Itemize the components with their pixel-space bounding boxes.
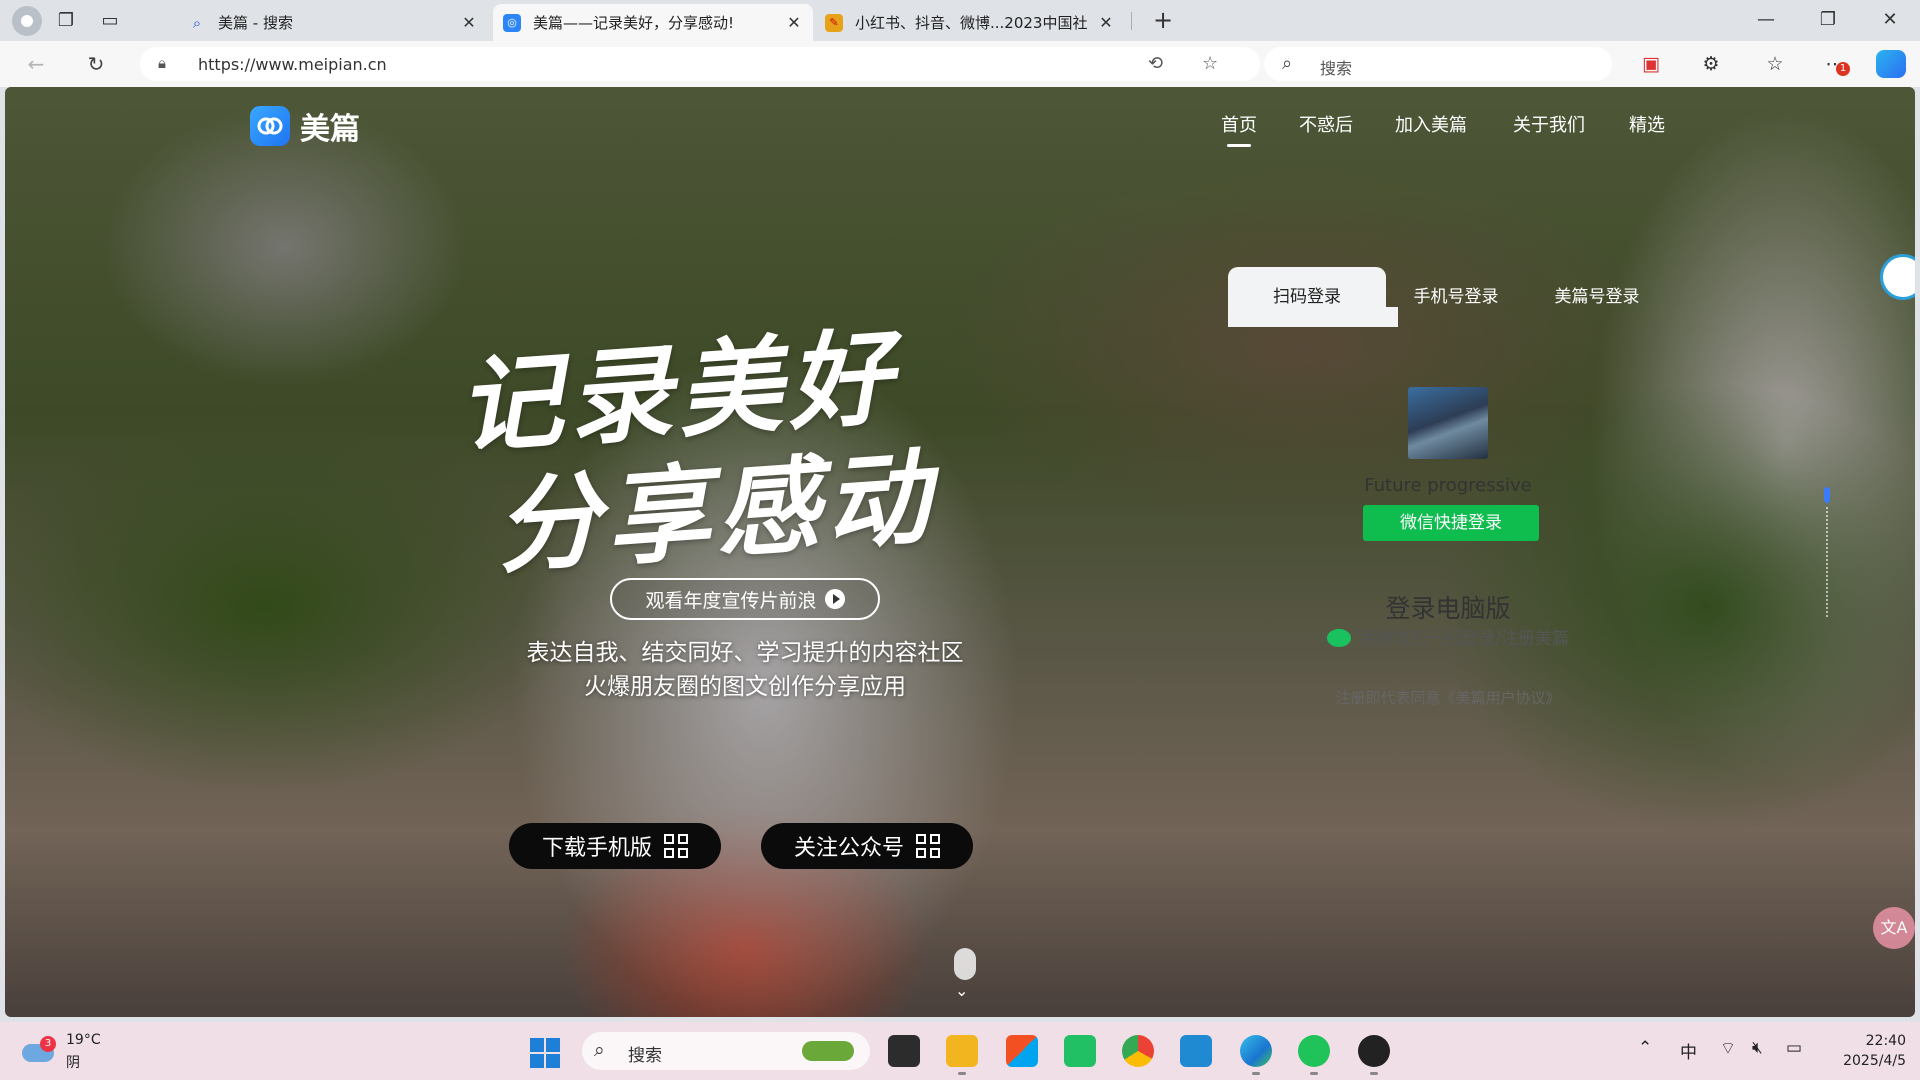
search-highlight-image: [802, 1041, 854, 1061]
extensions-puzzle-icon[interactable]: ⚙: [1696, 50, 1726, 78]
tab-xiaohongshu[interactable]: ✎ 小红书、抖音、微博...2023中国社 ✕: [815, 4, 1125, 41]
microsoft-store-icon[interactable]: [1006, 1035, 1038, 1067]
chrome-icon[interactable]: [1122, 1035, 1154, 1067]
wifi-icon[interactable]: ⌔: [1720, 1038, 1736, 1059]
notification-badge: 1: [1836, 62, 1850, 76]
search-icon: ⌕: [192, 13, 202, 32]
tab-meipian[interactable]: ◎ 美篇——记录美好，分享感动! ✕: [493, 4, 813, 41]
close-tab-icon[interactable]: ✕: [460, 13, 478, 32]
login-card: 扫码登录 手机号登录 美篇号登录 Future progressive 微信快捷…: [1228, 267, 1668, 782]
volume-muted-icon[interactable]: 🔇︎: [1752, 1038, 1763, 1058]
weather-temp[interactable]: 19°C: [66, 1032, 101, 1048]
task-view-icon[interactable]: [888, 1035, 920, 1067]
show-hidden-icons-chevron-icon[interactable]: ⌃: [1638, 1038, 1652, 1058]
workspaces-icon[interactable]: ❐: [46, 4, 86, 38]
favorites-icon[interactable]: ☆: [1760, 50, 1790, 78]
nav-home[interactable]: 首页: [1221, 111, 1257, 147]
tab-meipian-id-login[interactable]: 美篇号登录: [1526, 267, 1668, 327]
tab-qr-login[interactable]: 扫码登录: [1228, 267, 1398, 327]
taskbar-search[interactable]: ⌕ 搜索: [582, 1032, 870, 1070]
scroll-mouse-icon[interactable]: [954, 948, 976, 980]
address-toolbar: ← ↻ 🔒︎ https://www.meipian.cn ⟲ ☆ ⌕ 搜索 ▣…: [0, 41, 1920, 87]
follow-official-account-button[interactable]: 关注公众号: [761, 823, 973, 869]
qq-icon[interactable]: [1358, 1035, 1390, 1067]
nav-buhuohou[interactable]: 不惑后: [1299, 111, 1353, 137]
qr-code-icon: [664, 834, 688, 858]
search-icon: ⌕: [594, 1039, 605, 1061]
tab-divider: [1131, 12, 1132, 30]
meipian-logo-icon: [250, 106, 290, 146]
meipian-favicon-icon: ◎: [503, 13, 521, 32]
ime-indicator[interactable]: 中: [1680, 1038, 1697, 1063]
browser-search-box[interactable]: ⌕ 搜索: [1264, 47, 1612, 81]
pc-login-subtitle: 用微信扫一扫登录/注册美篇: [1228, 624, 1668, 649]
back-button[interactable]: ←: [20, 49, 52, 79]
tagline-2: 火爆朋友圈的图文创作分享应用: [584, 674, 906, 700]
wechat-icon[interactable]: [1298, 1035, 1330, 1067]
site-logo[interactable]: 美篇: [250, 104, 360, 148]
nav-featured[interactable]: 精选: [1629, 111, 1665, 137]
username: Future progressive: [1364, 475, 1532, 496]
play-icon: [824, 589, 845, 609]
address-bar[interactable]: 🔒︎ https://www.meipian.cn ⟲ ☆: [140, 47, 1260, 81]
battery-icon[interactable]: ▭: [1786, 1038, 1802, 1058]
vscode-icon[interactable]: [1180, 1035, 1212, 1067]
file-explorer-icon[interactable]: [946, 1035, 978, 1067]
wechat-quick-login-button[interactable]: 微信快捷登录: [1363, 505, 1539, 541]
user-avatar: [1408, 387, 1488, 459]
read-aloud-icon[interactable]: ⟲: [1148, 53, 1163, 74]
messaging-app-icon[interactable]: [1064, 1035, 1096, 1067]
weather-condition[interactable]: 阴: [66, 1052, 80, 1072]
minimize-button[interactable]: —: [1740, 4, 1792, 36]
new-tab-button[interactable]: +: [1148, 6, 1178, 36]
url-text[interactable]: https://www.meipian.cn: [198, 55, 387, 74]
chevron-down-icon[interactable]: ⌄: [955, 981, 968, 1000]
weather-icon[interactable]: 3: [22, 1036, 56, 1062]
profile-avatar-icon[interactable]: [12, 5, 42, 36]
login-tabs: 扫码登录 手机号登录 美篇号登录: [1228, 267, 1668, 327]
close-tab-icon[interactable]: ✕: [1097, 13, 1115, 32]
favorite-star-icon[interactable]: ☆: [1202, 53, 1218, 74]
system-clock[interactable]: 22:40 2025/4/5: [1826, 1031, 1906, 1071]
restore-button[interactable]: ❐: [1802, 4, 1854, 36]
browser-tab-bar: ❐ ▭ ⌕ 美篇 - 搜索 ✕ ◎ 美篇——记录美好，分享感动! ✕ ✎ 小红书…: [0, 0, 1920, 41]
extension-icon[interactable]: ▣: [1636, 50, 1666, 78]
search-icon: ⌕: [1282, 53, 1293, 74]
qr-code-icon: [916, 834, 940, 858]
hero-title-line2: 分享感动: [491, 434, 940, 589]
edge-icon[interactable]: [1240, 1035, 1272, 1067]
translate-icon[interactable]: 文A: [1873, 907, 1915, 949]
scroll-track: [1826, 507, 1828, 617]
nav-about[interactable]: 关于我们: [1513, 111, 1585, 137]
tab-bing-search[interactable]: ⌕ 美篇 - 搜索 ✕: [178, 4, 488, 41]
vertical-tabs-icon[interactable]: ▭: [90, 4, 130, 38]
start-windows-icon[interactable]: [530, 1038, 560, 1068]
watch-promo-video-button[interactable]: 观看年度宣传片前浪: [610, 578, 880, 620]
nav-join[interactable]: 加入美篇: [1395, 111, 1467, 137]
user-agreement-link[interactable]: 注册即代表同意《美篇用户协议》: [1228, 687, 1668, 708]
download-app-button[interactable]: 下载手机版: [509, 823, 721, 869]
close-window-button[interactable]: ✕: [1864, 4, 1916, 36]
refresh-button[interactable]: ↻: [80, 49, 112, 79]
pc-login-title: 登录电脑版: [1385, 594, 1511, 623]
scroll-indicator[interactable]: [1824, 487, 1830, 503]
copilot-icon[interactable]: [1876, 50, 1906, 78]
lock-icon[interactable]: 🔒︎: [158, 54, 166, 72]
article-favicon-icon: ✎: [825, 13, 843, 32]
windows-taskbar: 3 19°C 阴 ⌕ 搜索 ⌃ 中 ⌔ 🔇︎ ▭ 22:40 2025/4/5: [0, 1022, 1920, 1080]
close-tab-icon[interactable]: ✕: [785, 13, 803, 32]
tab-phone-login[interactable]: 手机号登录: [1386, 267, 1526, 327]
wechat-icon: [1327, 629, 1352, 647]
page-viewport: 美篇 首页 不惑后 加入美篇 关于我们 精选 记录美好 分享感动 观看年度宣传片…: [5, 87, 1915, 1017]
tagline-1: 表达自我、结交同好、学习提升的内容社区: [526, 640, 964, 666]
